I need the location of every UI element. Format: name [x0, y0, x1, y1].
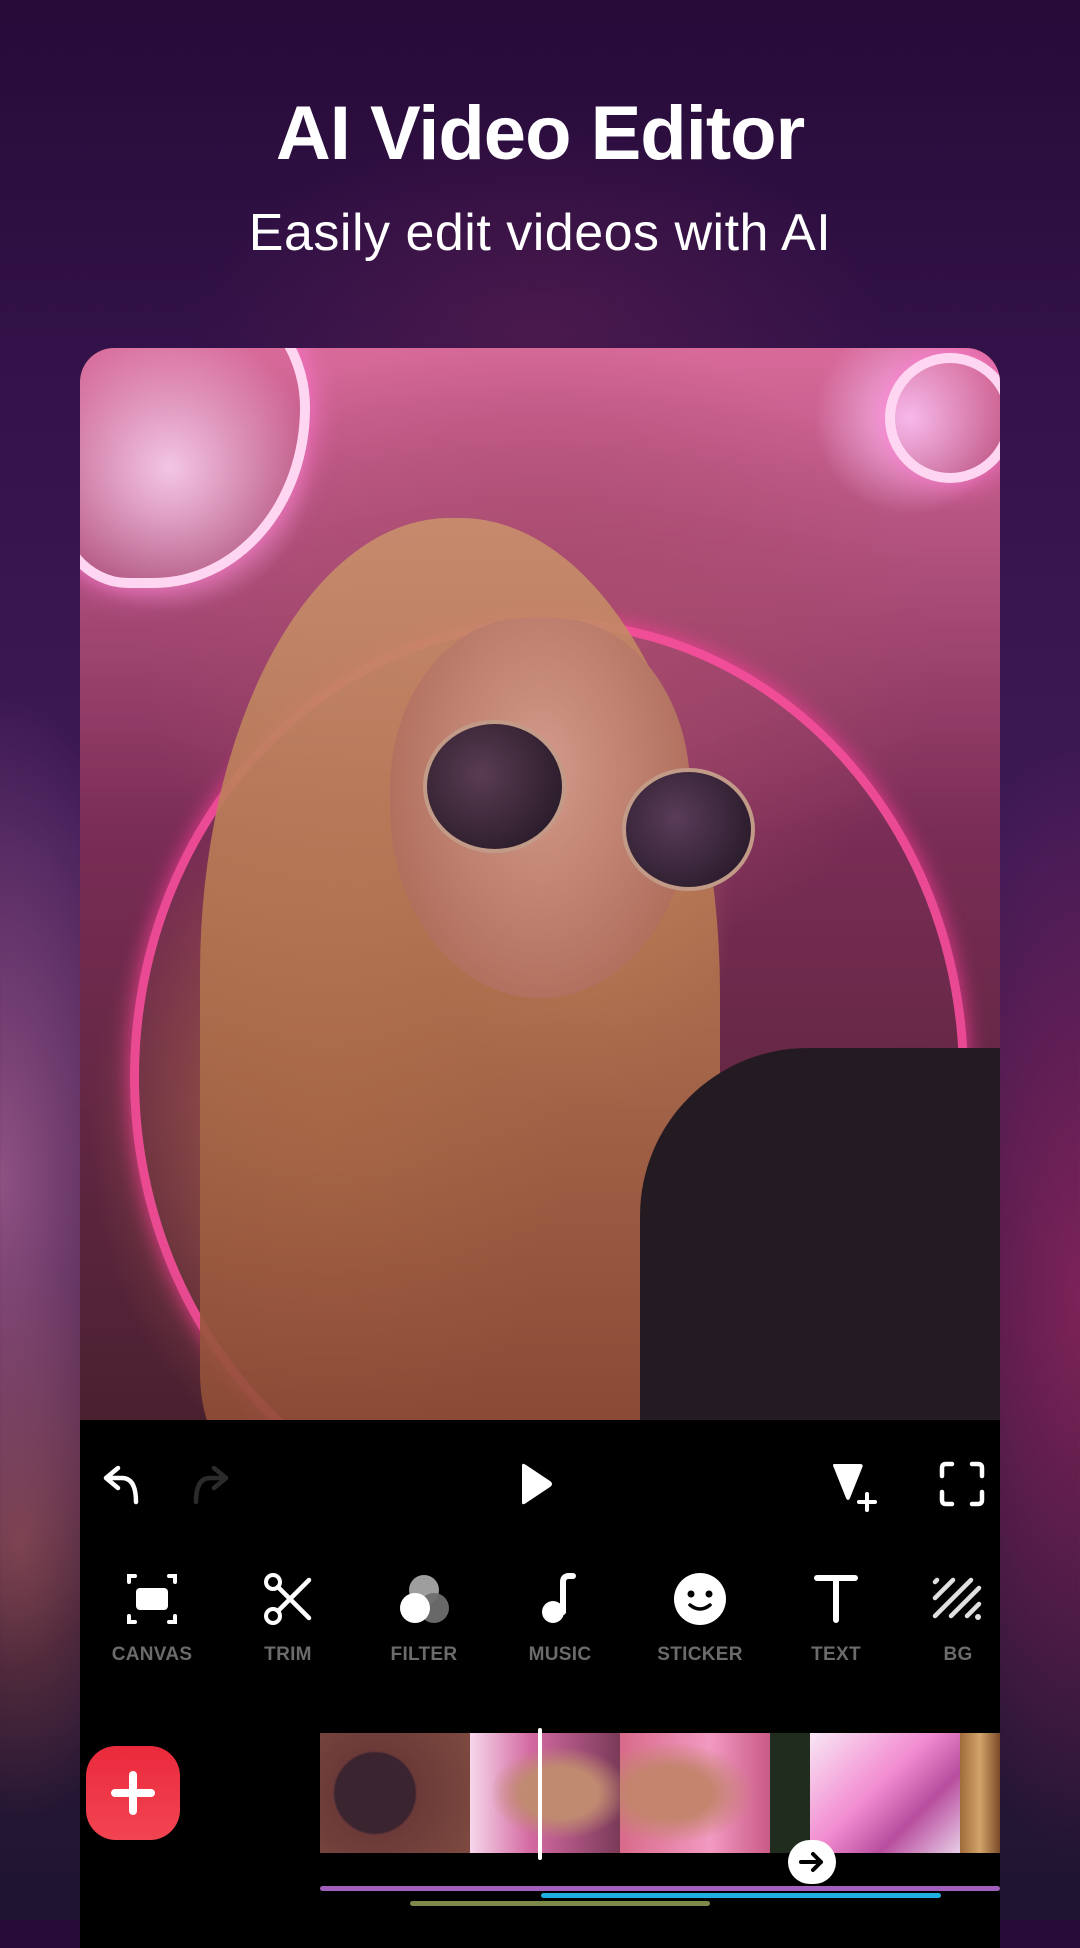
timeline-clip[interactable] [470, 1733, 620, 1853]
tool-bg[interactable]: BG [898, 1568, 1000, 1666]
effect-track[interactable] [410, 1901, 710, 1906]
timeline [80, 1708, 1000, 1948]
promo-subtitle: Easily edit videos with AI [248, 204, 832, 262]
tool-label: TEXT [811, 1644, 861, 1665]
music-note-icon [542, 1573, 576, 1623]
playback-controls [80, 1420, 1000, 1548]
clip-strip[interactable] [320, 1733, 1000, 1853]
add-keyframe-button[interactable] [828, 1458, 880, 1512]
tool-label: TRIM [264, 1644, 312, 1665]
scissors-icon [264, 1573, 312, 1625]
redo-button[interactable] [186, 1458, 238, 1510]
video-preview[interactable] [80, 348, 1000, 1420]
play-button[interactable] [512, 1458, 564, 1510]
tool-filter[interactable]: FILTER [364, 1568, 484, 1666]
sunglasses-left-lens [423, 720, 566, 853]
tool-trim[interactable]: TRIM [228, 1568, 348, 1666]
timeline-clip[interactable] [770, 1733, 810, 1853]
tool-bar: CANVAS TRIM FILTER MUSIC STICKER TEXT BG [80, 1548, 1000, 1708]
undo-button[interactable] [94, 1458, 146, 1510]
timeline-clip[interactable] [810, 1733, 960, 1853]
jacket-shape [640, 1048, 1000, 1420]
promo-title: AI Video Editor [275, 91, 805, 176]
timeline-clip[interactable] [320, 1733, 470, 1853]
text-t-icon [814, 1575, 858, 1623]
smiley-icon [674, 1573, 726, 1625]
add-clip-button[interactable] [86, 1746, 180, 1840]
arrow-right-icon [799, 1852, 823, 1872]
plus-icon [111, 1771, 155, 1815]
tool-label: CANVAS [111, 1644, 193, 1665]
play-icon [522, 1463, 552, 1505]
main-audio-track[interactable] [320, 1886, 1000, 1891]
sunglasses-right-lens [622, 768, 755, 891]
keyframe-add-icon [833, 1464, 877, 1512]
canvas-icon [127, 1574, 177, 1624]
tool-label: FILTER [390, 1644, 458, 1665]
music-track[interactable] [541, 1893, 941, 1898]
tool-text[interactable]: TEXT [776, 1568, 896, 1666]
timeline-clip[interactable] [960, 1733, 1000, 1853]
fullscreen-icon [939, 1461, 985, 1507]
neon-ring-left [80, 348, 310, 588]
redo-icon [193, 1465, 229, 1505]
tool-label: MUSIC [528, 1644, 592, 1665]
tool-label: BG [943, 1644, 973, 1665]
undo-icon [103, 1465, 139, 1505]
transition-button[interactable] [788, 1840, 836, 1884]
tool-label: STICKER [657, 1644, 743, 1665]
timeline-clip[interactable] [620, 1733, 770, 1853]
diagonal-stripes-icon [932, 1577, 982, 1620]
tool-music[interactable]: MUSIC [500, 1568, 620, 1666]
filter-circles-icon [400, 1575, 449, 1623]
fullscreen-button[interactable] [936, 1458, 988, 1510]
tool-sticker[interactable]: STICKER [640, 1568, 760, 1666]
playhead[interactable] [538, 1728, 542, 1860]
neon-ring-top-right [885, 353, 1000, 483]
editor-screen: CANVAS TRIM FILTER MUSIC STICKER TEXT BG [80, 348, 1000, 1948]
tool-canvas[interactable]: CANVAS [92, 1568, 212, 1666]
